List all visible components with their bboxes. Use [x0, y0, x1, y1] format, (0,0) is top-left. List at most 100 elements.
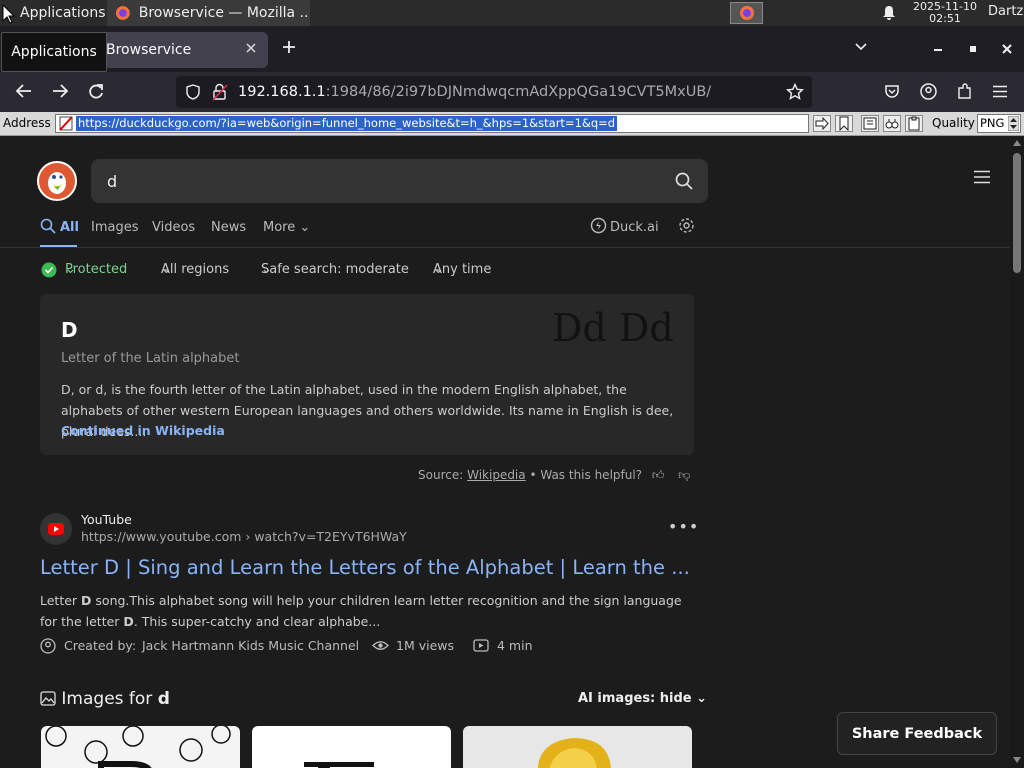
snippet-part: Letter [40, 593, 82, 608]
find-icon[interactable] [883, 115, 901, 132]
regions-filter[interactable]: All regions ⌄ [161, 262, 229, 277]
scrollbar-thumb[interactable] [1013, 153, 1021, 273]
address-field[interactable]: https://duckduckgo.com/?ia=web&origin=fu… [55, 114, 809, 133]
result-snippet: Letter D song.This alphabet song will he… [40, 590, 690, 632]
creator-icon [40, 638, 56, 654]
tracking-shield-icon[interactable] [186, 84, 200, 100]
image-thumbnail[interactable] [463, 726, 692, 768]
creator-name: Jack Hartmann Kids Music Channel [142, 638, 360, 653]
ai-images-label: AI images: hide [578, 691, 692, 706]
user-name[interactable]: Dartz [988, 4, 1023, 19]
chevron-down-icon: ⌄ [299, 220, 311, 235]
thumbs-up-icon[interactable]: 👍︎ [652, 468, 665, 482]
images-heading-prefix: Images for [61, 689, 158, 709]
share-feedback-button[interactable]: Share Feedback [837, 712, 997, 755]
quality-select[interactable]: PNG [977, 114, 1021, 133]
safe-search-filter[interactable]: Safe search: moderate ⌄ [261, 262, 409, 277]
duck-ai-icon[interactable] [590, 217, 607, 234]
ai-images-toggle[interactable]: AI images: hide ⌄ [578, 691, 707, 706]
safe-search-label: Safe search: moderate [261, 262, 409, 277]
duck-ai-link[interactable]: Duck.ai [610, 220, 659, 235]
regions-label: All regions [161, 262, 230, 277]
scroll-up-icon[interactable] [1013, 140, 1021, 146]
zoom-icon[interactable] [861, 115, 879, 132]
minimize-icon[interactable] [933, 48, 943, 52]
image-thumbnail[interactable] [252, 726, 451, 768]
tab-more[interactable]: More ⌄ [263, 220, 310, 235]
search-tab-icon [40, 218, 56, 234]
new-tab-icon[interactable] [280, 38, 298, 56]
browser-nav-bar: 192.168.1.1:1984/86/2i97bDJNmdwqcmAdXppQ… [0, 72, 1024, 112]
infobox-card: D Dd Dd Letter of the Latin alphabet D, … [40, 294, 694, 455]
browser-tab-bar: Browservice [0, 26, 1024, 72]
tray-firefox-icon[interactable] [730, 2, 763, 24]
taskbar-window-button[interactable]: Browservice — Mozilla ... [107, 0, 310, 26]
tab-close-icon[interactable] [244, 41, 258, 55]
maximize-icon[interactable] [968, 44, 978, 54]
snippet-part: . This super-catchy and clear alphabe... [133, 614, 381, 629]
insecure-lock-icon[interactable] [212, 83, 228, 101]
search-query: d [107, 172, 118, 191]
go-arrow-icon[interactable] [813, 115, 831, 132]
url-bar[interactable]: 192.168.1.1:1984/86/2i97bDJNmdwqcmAdXppQ… [176, 76, 812, 108]
infobox-subtitle: Letter of the Latin alphabet [61, 351, 240, 366]
protected-check-icon [41, 262, 57, 278]
forward-icon[interactable] [51, 83, 69, 99]
quality-label: Quality [932, 116, 975, 130]
bookmark-star-icon[interactable] [786, 83, 804, 101]
infobox-letter-image: Dd Dd [552, 306, 674, 350]
duckduckgo-logo[interactable] [37, 161, 77, 201]
extensions-icon[interactable] [956, 83, 973, 100]
result-url[interactable]: https://www.youtube.com › watch?v=T2EYvT… [81, 529, 407, 544]
clipboard-icon[interactable] [905, 115, 923, 132]
image-thumbnail[interactable] [41, 726, 240, 768]
tab-images[interactable]: Images [91, 220, 139, 235]
more-options-icon[interactable]: ••• [668, 517, 699, 536]
tab-title: Browservice [106, 42, 192, 58]
source-link[interactable]: Wikipedia [467, 468, 526, 482]
notification-bell-icon[interactable] [882, 5, 896, 21]
reload-icon[interactable] [87, 83, 105, 101]
tab-more-label: More [263, 220, 296, 235]
insecure-page-icon [59, 116, 73, 131]
menu-hamburger-icon[interactable] [973, 170, 991, 184]
tab-news[interactable]: News [211, 220, 246, 235]
os-taskbar: Applications Browservice — Mozilla ... 2… [0, 0, 1024, 26]
images-heading: Images for d [40, 689, 170, 709]
result-title-link[interactable]: Letter D | Sing and Learn the Letters of… [40, 556, 690, 579]
web-page: d All Images Videos News More ⌄ Duck.ai … [0, 137, 1010, 768]
close-window-icon[interactable] [1001, 43, 1013, 55]
view-count: 1M views [396, 638, 455, 653]
account-icon[interactable] [920, 83, 937, 100]
tab-all[interactable]: All [60, 220, 79, 235]
bookmark-icon[interactable] [835, 115, 853, 132]
infobox-source: Source: Wikipedia • Was this helpful? 👍︎… [418, 468, 690, 483]
search-input[interactable]: d [91, 159, 708, 203]
wikipedia-more-link[interactable]: Continued in Wikipedia [61, 423, 225, 438]
source-label: Source: [418, 468, 464, 482]
page-scrollbar[interactable] [1010, 137, 1024, 768]
browservice-toolbar: Address https://duckduckgo.com/?ia=web&o… [0, 112, 1024, 136]
duration-play-icon [473, 639, 489, 652]
back-icon[interactable] [15, 83, 33, 99]
time-filter[interactable]: Any time ⌄ [433, 262, 491, 277]
views-eye-icon [372, 639, 389, 652]
result-site-name[interactable]: YouTube [81, 512, 132, 527]
app-menu-icon[interactable] [992, 85, 1008, 98]
thumbs-down-icon[interactable]: 👎︎ [678, 468, 690, 482]
search-icon[interactable] [674, 171, 694, 191]
tab-videos[interactable]: Videos [152, 220, 195, 235]
firefox-icon [115, 6, 130, 20]
protected-filter[interactable]: Protected ⌄ [65, 262, 127, 277]
settings-gear-icon[interactable] [678, 217, 695, 234]
pocket-icon[interactable] [884, 83, 900, 99]
applications-label: Applications [20, 5, 106, 21]
snippet-highlight: D [123, 614, 134, 629]
scroll-down-icon[interactable] [1013, 757, 1021, 763]
applications-menu-button[interactable]: Applications [0, 0, 112, 26]
taskbar-window-title: Browservice — Mozilla ... [138, 5, 310, 21]
tab-list-chevron-icon[interactable] [854, 42, 868, 52]
video-duration: 4 min [497, 638, 533, 653]
spin-arrows-icon[interactable] [1008, 116, 1019, 131]
clock-time: 02:51 [929, 12, 961, 25]
